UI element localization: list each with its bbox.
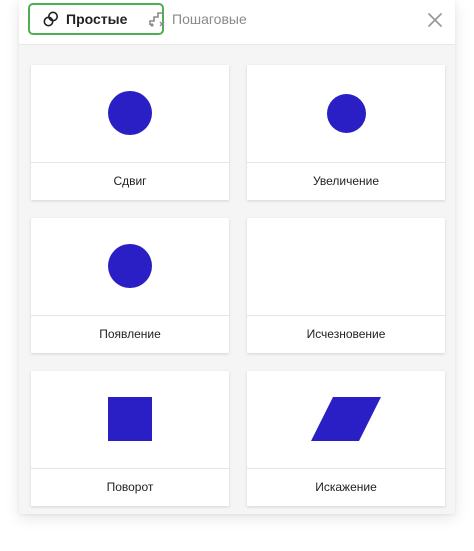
tab-step[interactable]: Пошаговые xyxy=(148,3,268,35)
card-appear[interactable]: Появление xyxy=(31,218,229,353)
card-zoom[interactable]: Увеличение xyxy=(247,65,445,200)
close-icon[interactable] xyxy=(426,11,444,29)
card-preview xyxy=(247,371,445,469)
card-label: Поворот xyxy=(106,480,154,494)
card-label: Исчезновение xyxy=(306,327,386,341)
card-shift[interactable]: Сдвиг xyxy=(31,65,229,200)
card-preview xyxy=(31,371,229,469)
circle-shape xyxy=(327,94,366,133)
card-rotate[interactable]: Поворот xyxy=(31,371,229,506)
parallelogram-shape xyxy=(311,397,381,441)
card-label: Сдвиг xyxy=(113,174,147,188)
card-preview xyxy=(247,65,445,163)
animation-panel: Простые Пошаговые Сдвиг Увеличение Появл… xyxy=(19,0,455,514)
tab-simple[interactable]: Простые xyxy=(28,3,164,35)
card-skew[interactable]: Искажение xyxy=(247,371,445,506)
tab-simple-label: Простые xyxy=(66,11,128,27)
circle-shape xyxy=(108,244,152,288)
tab-bar: Простые Пошаговые xyxy=(19,0,455,45)
square-shape xyxy=(108,397,152,441)
steps-icon xyxy=(149,12,165,27)
circle-shape xyxy=(108,91,152,135)
card-preview xyxy=(31,218,229,316)
card-label: Искажение xyxy=(315,480,377,494)
card-preview xyxy=(31,65,229,163)
link-circles-icon xyxy=(43,11,58,27)
tab-step-label: Пошаговые xyxy=(172,11,247,27)
card-preview xyxy=(247,218,445,316)
card-label: Увеличение xyxy=(312,174,380,188)
card-disappear[interactable]: Исчезновение xyxy=(247,218,445,353)
card-label: Появление xyxy=(99,327,161,341)
